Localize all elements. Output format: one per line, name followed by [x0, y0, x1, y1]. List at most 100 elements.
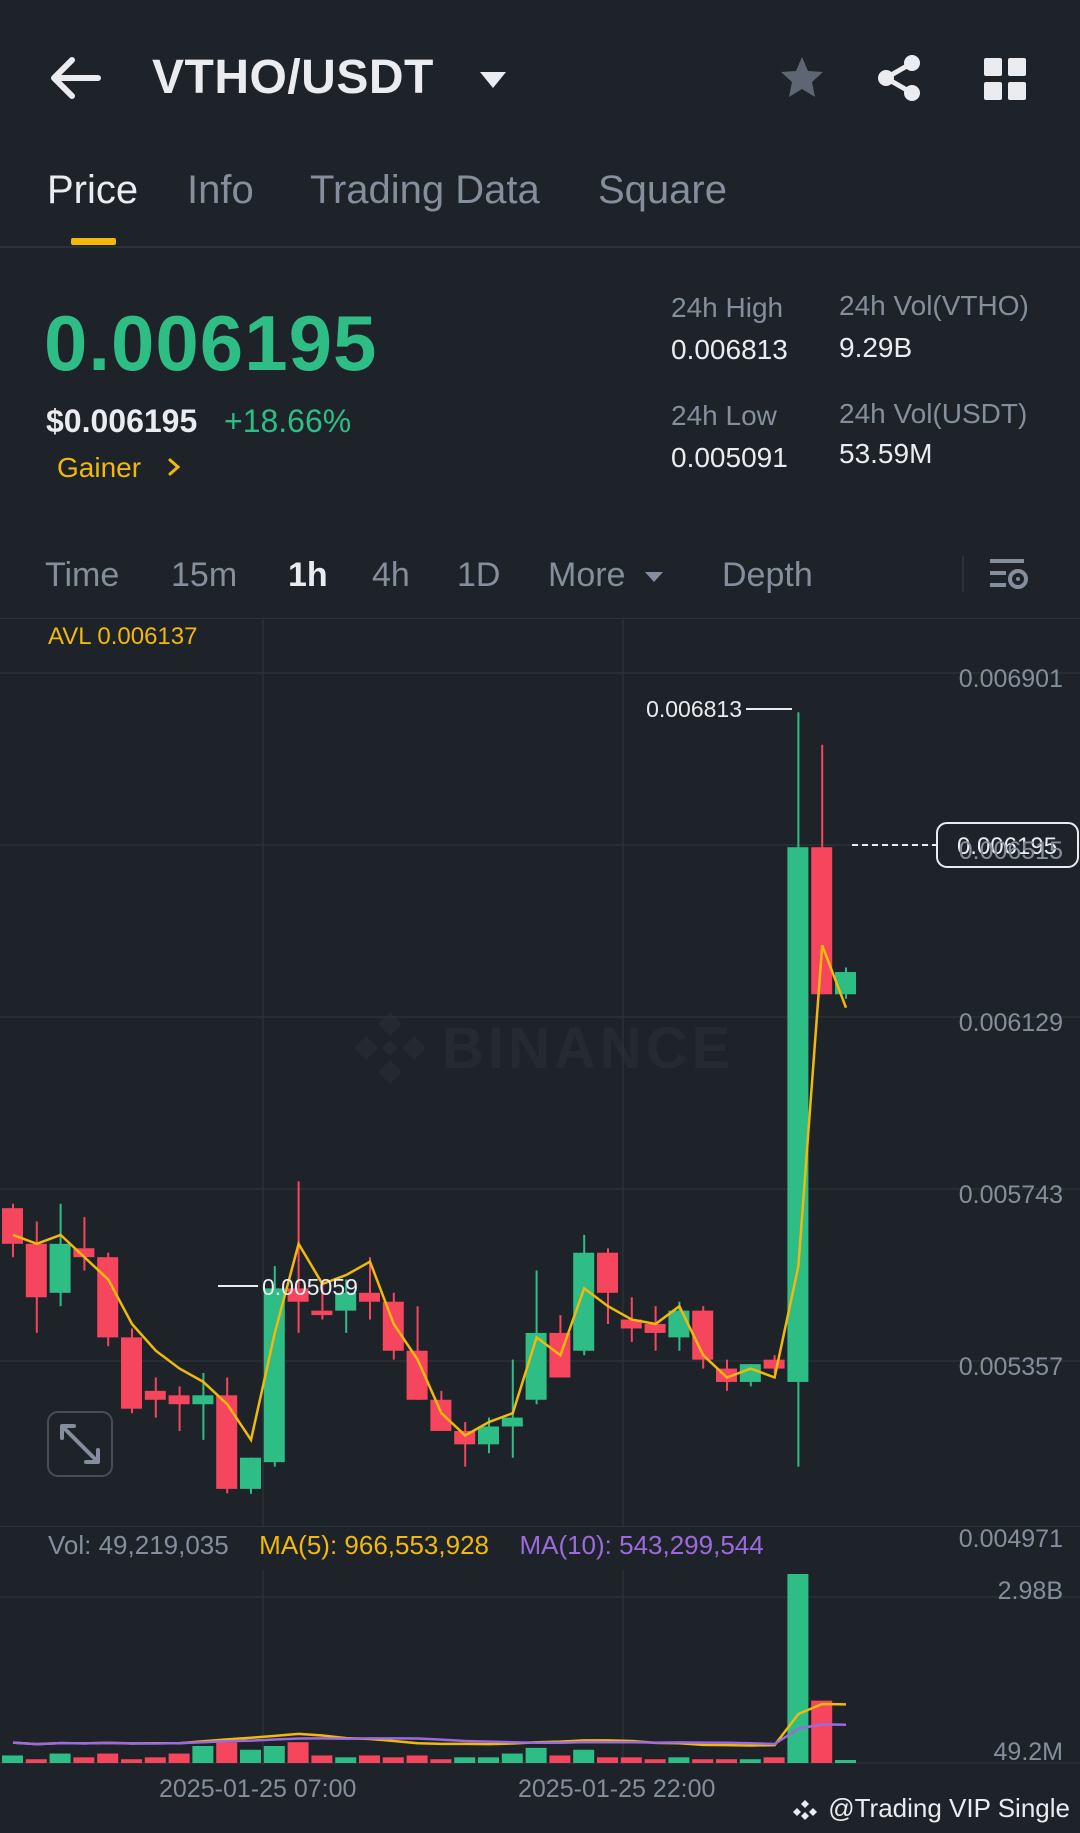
vol-base-value: 9.29B	[839, 332, 913, 363]
volume-bar	[430, 1759, 452, 1763]
interval-4h[interactable]: 4h	[372, 556, 410, 595]
share-icon[interactable]	[876, 54, 922, 102]
tab-info[interactable]: Info	[187, 168, 254, 213]
low-value: 0.005091	[671, 442, 788, 473]
candle	[406, 1306, 428, 1400]
candle	[668, 1301, 690, 1351]
candle	[216, 1377, 238, 1494]
candle	[144, 1377, 166, 1418]
back-arrow-icon[interactable]	[48, 55, 104, 101]
active-tab-indicator	[71, 238, 116, 245]
more-caret-icon	[644, 572, 663, 583]
volume-axis-top: 2.98B	[997, 1577, 1063, 1605]
expand-icon[interactable]	[47, 1411, 113, 1477]
interval-1d[interactable]: 1D	[457, 556, 500, 595]
low-marker: 0.005059	[218, 1274, 358, 1300]
price-axis-label: 0.005743	[958, 1181, 1063, 1209]
low-label: 24h Low	[671, 400, 777, 431]
ma10-value: MA(10): 543,299,544	[519, 1530, 764, 1560]
candle	[787, 712, 809, 1467]
price-axis-label: 0.006515	[958, 837, 1063, 865]
binance-small-icon	[793, 1800, 818, 1821]
volume-bar	[835, 1760, 856, 1763]
candle	[2, 1203, 23, 1258]
candle	[25, 1221, 47, 1333]
interval-1h[interactable]: 1h	[288, 556, 328, 595]
avl-label: AVL 0.006137	[48, 623, 197, 650]
chart-divider	[0, 1526, 1080, 1527]
price-axis-label: 0.004971	[958, 1525, 1063, 1553]
volume-bar	[478, 1757, 499, 1763]
time-axis-label-2: 2025-01-25 22:00	[518, 1775, 716, 1803]
last-price: 0.006195	[44, 299, 378, 387]
candle	[240, 1457, 261, 1494]
volume-bar	[263, 1745, 285, 1763]
pair-title[interactable]: VTHO/USDT	[152, 50, 434, 105]
binance-watermark: BINANCE	[354, 1012, 734, 1084]
volume-bar	[25, 1759, 47, 1763]
volume-bar	[811, 1700, 833, 1763]
volume-bar	[49, 1753, 71, 1763]
gainer-label: Gainer	[57, 452, 142, 483]
volume-bar	[97, 1753, 119, 1763]
credit-text: @Trading VIP Single	[828, 1793, 1070, 1823]
volume-bar	[668, 1757, 690, 1763]
volume-bar	[144, 1757, 166, 1763]
gainer-tag[interactable]: Gainer	[57, 452, 181, 484]
grid-menu-icon[interactable]	[984, 58, 1026, 100]
candle	[168, 1386, 190, 1431]
vol-base-label: 24h Vol(VTHO)	[839, 290, 1029, 321]
tab-price[interactable]: Price	[47, 168, 138, 213]
volume-bar	[644, 1759, 666, 1763]
volume-bar	[335, 1757, 357, 1763]
vol-quote-value: 53.59M	[839, 438, 933, 469]
chart-settings-icon[interactable]	[988, 556, 1028, 592]
price-change: +18.66%	[224, 403, 352, 439]
vol-quote-label: 24h Vol(USDT)	[839, 398, 1028, 429]
candle	[644, 1306, 666, 1351]
vol-value: Vol: 49,219,035	[48, 1530, 229, 1560]
volume-bar	[287, 1742, 309, 1763]
high-marker: 0.006813	[646, 696, 792, 722]
volume-bar	[454, 1757, 476, 1763]
watermark-text: BINANCE	[442, 1016, 734, 1081]
volume-bar	[73, 1757, 95, 1763]
volume-bar	[240, 1749, 261, 1763]
volume-bar	[692, 1759, 714, 1763]
tab-trading-data[interactable]: Trading Data	[310, 168, 540, 213]
interval-time[interactable]: Time	[45, 556, 119, 595]
chevron-right-icon	[167, 452, 181, 484]
volume-bar	[501, 1753, 523, 1763]
top-bar: VTHO/USDT	[0, 0, 1080, 150]
candle	[121, 1328, 142, 1414]
depth-tab[interactable]: Depth	[722, 556, 813, 595]
volume-bar	[168, 1753, 190, 1763]
candlestick-chart[interactable]: BINANCE AVL 0.006137 0.006813 0.005059 0…	[0, 620, 1080, 1526]
volume-bar	[216, 1742, 238, 1763]
volume-bar	[716, 1759, 737, 1763]
candle	[763, 1355, 785, 1374]
volume-bar	[739, 1759, 761, 1763]
ma5-value: MA(5): 966,553,928	[259, 1530, 489, 1560]
candle	[49, 1203, 71, 1307]
candle	[835, 967, 856, 999]
interval-more[interactable]: More	[548, 556, 665, 595]
volume-bar	[573, 1749, 595, 1763]
dropdown-caret-icon[interactable]	[478, 70, 508, 90]
high-value: 0.006813	[671, 334, 788, 365]
high-label: 24h High	[671, 292, 784, 323]
volume-bar	[359, 1755, 380, 1763]
volume-bar	[763, 1757, 785, 1763]
volume-bar	[311, 1755, 333, 1763]
volume-legend: Vol: 49,219,035 MA(5): 966,553,928 MA(10…	[48, 1530, 764, 1561]
volume-bar	[549, 1755, 571, 1763]
interval-15m[interactable]: 15m	[171, 556, 237, 595]
price-axis-label: 0.006901	[958, 665, 1063, 693]
candle	[549, 1315, 571, 1378]
interval-divider	[0, 618, 1080, 619]
usd-price: $0.006195	[46, 403, 198, 439]
star-icon[interactable]	[778, 54, 826, 102]
volume-bar	[620, 1757, 642, 1763]
tab-square[interactable]: Square	[598, 168, 727, 213]
candle	[97, 1252, 119, 1347]
